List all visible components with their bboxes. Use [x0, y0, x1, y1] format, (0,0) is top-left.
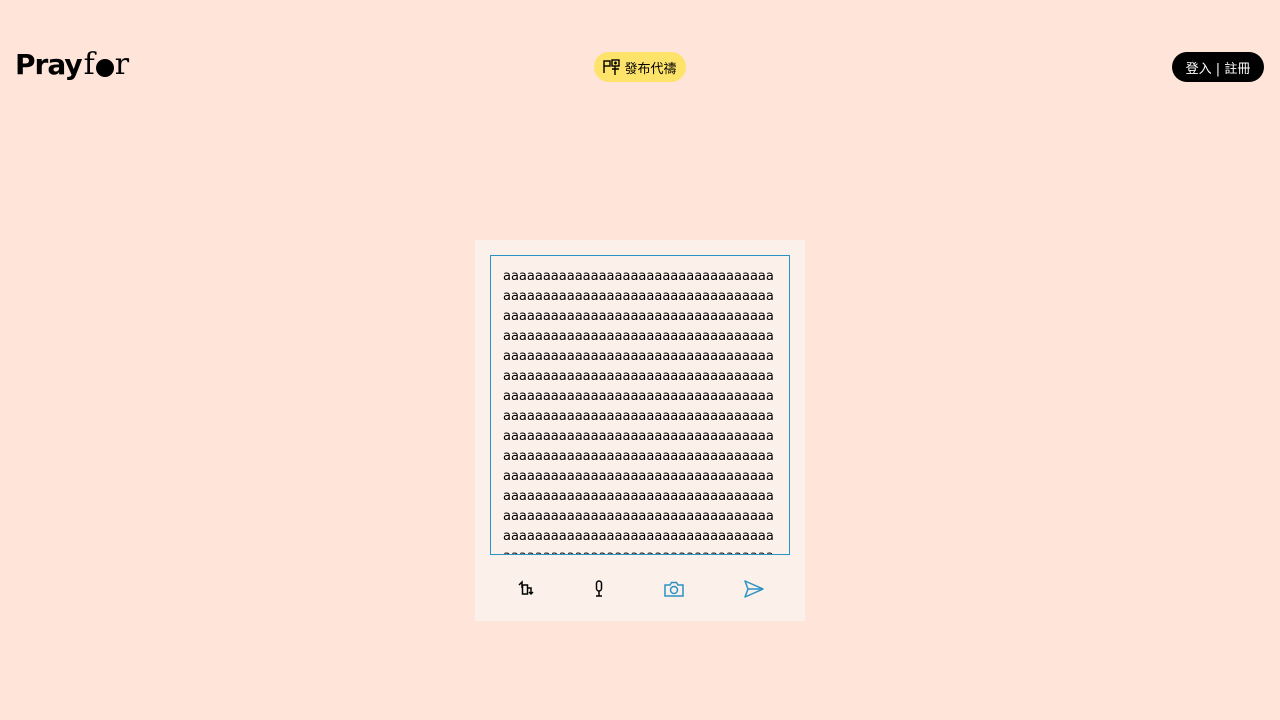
- prayer-text-input[interactable]: aaaaaaaaaaaaaaaaaaaaaaaaaaaaaaaaaaaaaaaa…: [490, 255, 790, 555]
- prayfor-logo[interactable]: Pray f r: [15, 47, 129, 83]
- logo-text-pray: Pray: [15, 48, 83, 81]
- login-register-button[interactable]: 登入 | 註冊: [1172, 52, 1264, 82]
- prayer-composer: aaaaaaaaaaaaaaaaaaaaaaaaaaaaaaaaaaaaaaaa…: [475, 240, 805, 621]
- rotate-icon[interactable]: [514, 577, 538, 601]
- microphone-icon[interactable]: [587, 577, 611, 601]
- logo-text-r: r: [114, 47, 130, 82]
- camera-icon[interactable]: [662, 577, 686, 601]
- publish-prayer-button[interactable]: 發布代禱: [594, 52, 686, 82]
- prayer-text-value: aaaaaaaaaaaaaaaaaaaaaaaaaaaaaaaaaaaaaaaa…: [503, 269, 774, 554]
- logo-dot-icon: [95, 58, 114, 77]
- composer-toolbar: [475, 573, 805, 603]
- publish-prayer-label: 發布代禱: [624, 61, 677, 77]
- prayer-post-icon: [603, 58, 621, 75]
- logo-text-f: f: [83, 47, 95, 82]
- header: Pray f r 發布代禱 登入 | 註冊: [0, 0, 1280, 134]
- send-icon[interactable]: [742, 577, 766, 601]
